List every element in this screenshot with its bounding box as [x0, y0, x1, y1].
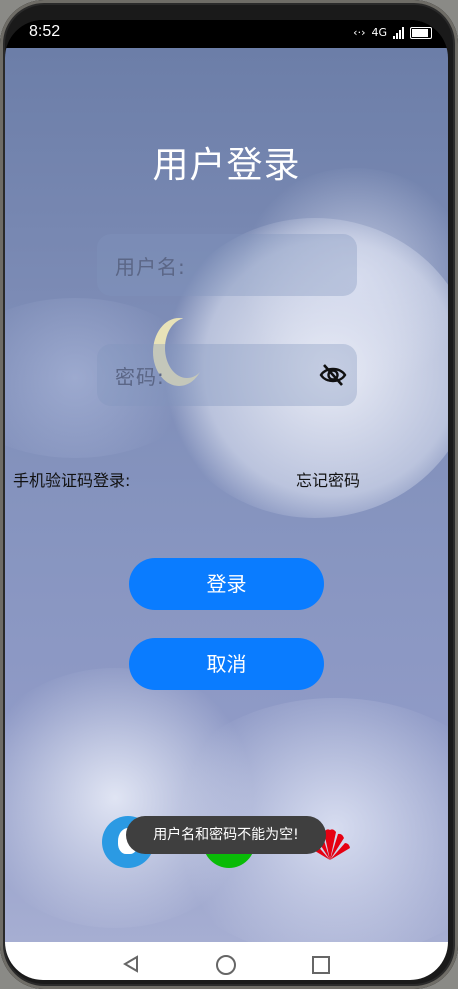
wifi-direction-icon: ‹·› — [353, 26, 366, 39]
phone-frame: 8:52 ‹·› 4G 用户登录 用户名: 密码: 手机验证码登录: 忘记密码 … — [0, 0, 458, 989]
password-field[interactable]: 密码: — [97, 344, 361, 408]
recents-icon[interactable] — [312, 956, 330, 974]
toast-message: 用户名和密码不能为空! — [126, 816, 326, 854]
screen: 8:52 ‹·› 4G 用户登录 用户名: 密码: 手机验证码登录: 忘记密码 … — [5, 20, 448, 980]
page-title: 用户登录 — [152, 145, 301, 186]
home-icon[interactable] — [216, 955, 236, 975]
status-time: 8:52 — [29, 23, 61, 40]
username-field[interactable]: 用户名: — [97, 234, 361, 298]
forgot-password-link[interactable]: 忘记密码 — [296, 467, 360, 491]
status-bar: 8:52 ‹·› 4G — [5, 20, 448, 48]
mobile-data-label: 4G — [371, 26, 387, 39]
navigation-bar — [5, 942, 448, 980]
back-icon[interactable] — [122, 955, 140, 973]
sms-login-link[interactable]: 手机验证码登录: — [13, 467, 130, 491]
login-button[interactable]: 登录 — [129, 558, 324, 610]
cancel-button[interactable]: 取消 — [129, 638, 324, 690]
eye-off-icon[interactable] — [319, 361, 347, 389]
signal-icon — [393, 26, 404, 39]
username-input[interactable] — [97, 234, 361, 298]
status-icons: ‹·› 4G — [353, 26, 432, 39]
login-screen: 用户登录 用户名: 密码: 手机验证码登录: 忘记密码 登录 取消 用户名和密码… — [5, 48, 448, 942]
battery-icon — [410, 26, 432, 39]
